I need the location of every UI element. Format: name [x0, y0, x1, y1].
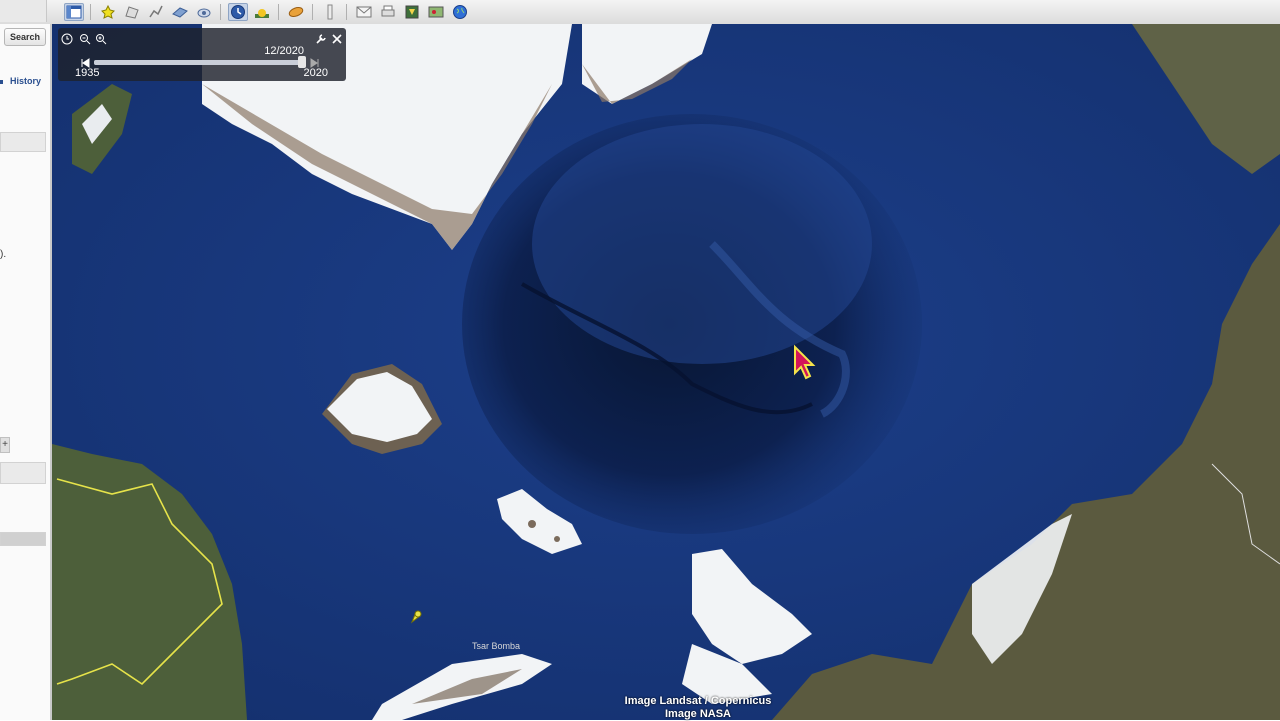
add-placemark-button[interactable]: [98, 3, 118, 21]
search-results-header: [0, 132, 46, 152]
time-slider-track[interactable]: [94, 56, 306, 68]
tour-icon: [197, 8, 211, 18]
historical-imagery-button[interactable]: [228, 3, 248, 21]
save-image-button[interactable]: [402, 3, 422, 21]
ruler-button[interactable]: [320, 3, 340, 21]
planet-icon: [288, 7, 304, 17]
zoom-out-icon[interactable]: [78, 32, 92, 46]
add-content-button[interactable]: +: [0, 437, 10, 453]
add-path-button[interactable]: [146, 3, 166, 21]
sidebar-toggle-button[interactable]: [64, 3, 84, 21]
historical-imagery-slider: 12/2020 1935 2020: [58, 28, 346, 81]
layers-header: [0, 532, 46, 546]
maps-icon: [428, 6, 444, 18]
ruler-icon: [327, 4, 333, 20]
globe-icon: [453, 5, 467, 19]
path-icon: [149, 5, 163, 18]
overlay-icon: [172, 7, 188, 18]
toolbar-left-blank: [0, 0, 47, 22]
image-icon: [405, 5, 419, 19]
add-overlay-button[interactable]: [170, 3, 190, 21]
start-year-label: 1935: [75, 67, 100, 79]
sidebar-icon: [66, 5, 82, 19]
clock-icon[interactable]: [60, 32, 74, 46]
search-button[interactable]: Search: [4, 28, 46, 46]
email-button[interactable]: [354, 3, 374, 21]
view-in-maps-button[interactable]: [426, 3, 446, 21]
email-icon: [356, 6, 372, 18]
add-polygon-button[interactable]: [122, 3, 142, 21]
map-view[interactable]: Tsar Bomba: [52, 24, 1280, 720]
planets-button[interactable]: [286, 3, 306, 21]
sunlight-button[interactable]: [252, 3, 272, 21]
current-date-label: 12/2020: [264, 45, 304, 57]
clock-icon: [231, 5, 245, 19]
places-header: [0, 462, 46, 484]
sun-icon: [255, 9, 269, 18]
pushpin-icon: [101, 4, 115, 19]
print-button[interactable]: [378, 3, 398, 21]
record-tour-button[interactable]: [194, 3, 214, 21]
attribution-line-1: Image Landsat / Copernicus: [624, 695, 772, 707]
tab-history[interactable]: History: [10, 76, 41, 86]
main-toolbar: [0, 0, 1280, 25]
polygon-icon: [125, 6, 139, 19]
zoom-in-icon[interactable]: [94, 32, 108, 46]
placemark-label[interactable]: Tsar Bomba: [472, 641, 520, 651]
close-icon[interactable]: [330, 32, 344, 46]
tab-indicator: [0, 80, 3, 84]
time-slider-fill: [94, 60, 306, 65]
earth-button[interactable]: [450, 3, 470, 21]
end-year-label: 2020: [303, 67, 328, 79]
imagery-attribution: Image Landsat / Copernicus Image NASA: [598, 695, 798, 721]
left-panel: Search History ). +: [0, 24, 52, 720]
attribution-line-2: Image NASA: [664, 708, 732, 720]
print-icon: [381, 5, 395, 17]
truncated-text: ).: [0, 249, 7, 260]
satellite-imagery: [52, 24, 1280, 720]
wrench-icon[interactable]: [314, 32, 328, 46]
